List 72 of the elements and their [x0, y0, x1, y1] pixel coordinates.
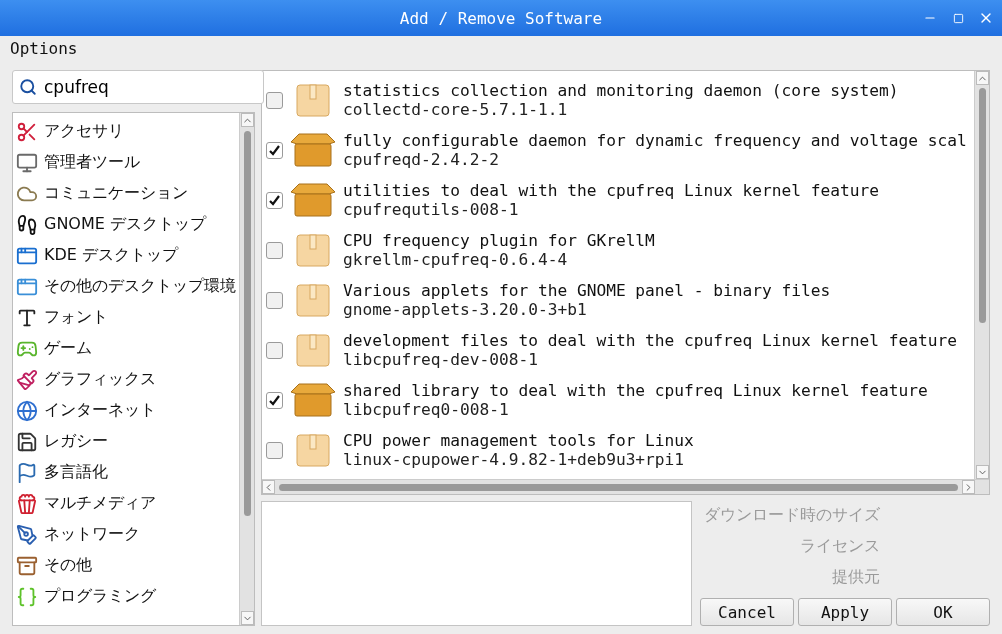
- menu-item[interactable]: Options: [10, 38, 78, 58]
- scroll-down-icon[interactable]: [240, 611, 254, 625]
- checkbox[interactable]: [266, 291, 283, 309]
- package-summary: development files to deal with the cpufreq Linux kernel feature: [343, 331, 957, 350]
- detail-label: ライセンス: [800, 536, 880, 557]
- scroll-down-icon[interactable]: [975, 465, 989, 479]
- open-box-icon: [289, 182, 337, 218]
- category-item[interactable]: フォント: [13, 302, 239, 333]
- package-summary: statistics collection and monitoring daemon (core system): [343, 81, 899, 100]
- package-summary: utilities to deal with the cpufreq Linux kernel feature: [343, 181, 879, 200]
- popcorn-icon: [16, 492, 38, 515]
- package-summary: shared library to deal with the cpufreq Linux kernel feature: [343, 381, 928, 400]
- detail-label: ダウンロード時のサイズ: [704, 505, 880, 526]
- scroll-right-icon[interactable]: [962, 480, 975, 494]
- checkbox[interactable]: [266, 341, 283, 359]
- package-summary: CPU frequency plugin for GKrellM: [343, 231, 655, 250]
- package-summary: Various applets for the GNOME panel - binary files: [343, 281, 831, 300]
- package-name: linux-cpupower-4.9.82-1+deb9u3+rpi1: [343, 450, 686, 469]
- dialog-button[interactable]: OK: [896, 598, 990, 626]
- detail-label: 提供元: [832, 567, 880, 588]
- open-box-icon: [289, 382, 337, 418]
- scroll-up-icon[interactable]: [975, 71, 989, 85]
- scrollbar[interactable]: [974, 71, 989, 479]
- scissors-icon: [16, 120, 38, 143]
- package-name: collectd-core-5.7.1-1.1: [343, 100, 569, 119]
- category-item[interactable]: アクセサリ: [13, 116, 239, 147]
- category-item[interactable]: GNOME デスクトップ: [13, 209, 239, 240]
- package-name: cpufreqd-2.4.2-2: [343, 150, 500, 169]
- checkbox[interactable]: [266, 191, 283, 209]
- checkbox[interactable]: [266, 241, 283, 259]
- paintbrush-icon: [16, 368, 38, 391]
- package-summary: CPU power management tools for Linux: [343, 431, 694, 450]
- checkbox[interactable]: [266, 441, 283, 459]
- category-item[interactable]: インターネット: [13, 395, 239, 426]
- category-item[interactable]: マルチメディア: [13, 488, 239, 519]
- category-item[interactable]: KDE デスクトップ: [13, 240, 239, 271]
- package-name: libcpufreq0-008-1: [343, 400, 510, 419]
- category-item[interactable]: 管理者ツール: [13, 147, 239, 178]
- scrollbar[interactable]: [239, 113, 254, 625]
- checkbox[interactable]: [266, 91, 283, 109]
- category-item[interactable]: プログラミング: [13, 581, 239, 612]
- package-name: gnome-applets-3.20.0-3+b1: [343, 300, 588, 319]
- category-item[interactable]: 多言語化: [13, 457, 239, 488]
- braces-icon: [16, 585, 38, 608]
- horizontal-scrollbar[interactable]: [262, 479, 989, 494]
- category-item[interactable]: その他のデスクトップ環境: [13, 271, 239, 302]
- globe-icon: [16, 399, 38, 422]
- checkbox[interactable]: [266, 141, 283, 159]
- scroll-up-icon[interactable]: [240, 113, 254, 127]
- package-name: gkrellm-cpufreq-0.6.4-4: [343, 250, 569, 269]
- package-summary: fully configurable daemon for dynamic frequency and voltage scal: [343, 131, 967, 150]
- search-icon: [19, 78, 37, 96]
- dialog-button[interactable]: Apply: [798, 598, 892, 626]
- open-box-icon: [289, 132, 337, 168]
- category-item[interactable]: レガシー: [13, 426, 239, 457]
- category-item[interactable]: ゲーム: [13, 333, 239, 364]
- category-item[interactable]: ネットワーク: [13, 519, 239, 550]
- monitor-icon: [16, 151, 38, 174]
- dialog-button[interactable]: Cancel: [700, 598, 794, 626]
- scroll-left-icon[interactable]: [262, 480, 275, 494]
- archive-box-icon: [16, 554, 38, 577]
- footprint-icon: [16, 213, 38, 236]
- pen-icon: [16, 523, 38, 546]
- search-field[interactable]: cpufreq: [12, 70, 264, 104]
- flag-icon: [16, 461, 38, 484]
- package-name: cpufrequtils-008-1: [343, 200, 520, 219]
- category-item[interactable]: その他: [13, 550, 239, 581]
- checkbox[interactable]: [266, 391, 283, 409]
- category-item[interactable]: コミュニケーション: [13, 178, 239, 209]
- category-item[interactable]: グラフィックス: [13, 364, 239, 395]
- window-title: Add / Remove Software: [399, 8, 603, 28]
- package-name: libcpufreq-dev-008-1: [343, 350, 539, 369]
